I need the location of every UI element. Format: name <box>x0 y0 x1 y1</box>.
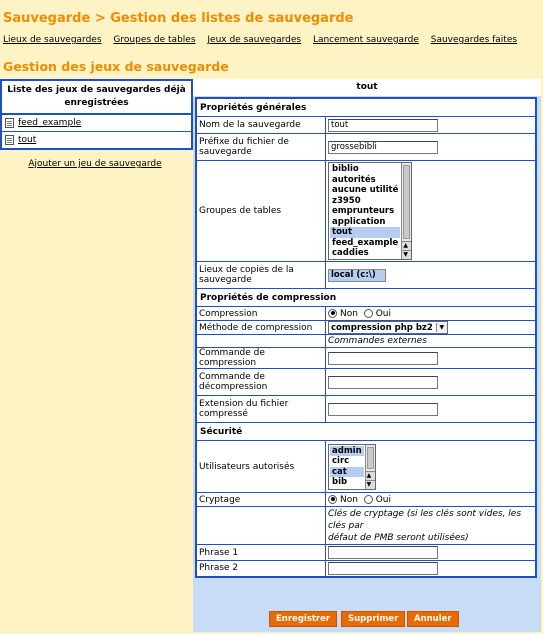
table-groups-listbox[interactable]: biblio autorités aucune utilité z3950 emprun… <box>328 162 413 260</box>
page-title: Sauvegarde > Gestion des listes de sauve… <box>3 11 354 26</box>
table-group-option[interactable]: aucune utilité <box>330 185 400 196</box>
chevron-down-icon: ▼ <box>435 323 447 332</box>
scroll-down-icon[interactable] <box>402 250 412 259</box>
crypt-yes-label: Oui <box>375 494 391 505</box>
crypt-note: Clés de cryptage (si les clés sont vides… <box>328 508 522 531</box>
saved-set-item[interactable]: feed_example <box>2 115 191 132</box>
phrase1-label: Phrase 1 <box>195 544 326 561</box>
method-label: Méthode de compression <box>195 320 326 335</box>
groups-label: Groupes de tables <box>195 160 326 262</box>
saved-set-link[interactable]: tout <box>18 132 36 148</box>
scroll-thumb[interactable] <box>403 165 411 239</box>
users-options: admin circ cat bib <box>329 445 365 489</box>
phrase1-input[interactable] <box>328 546 438 559</box>
crypt-label: Cryptage <box>195 492 326 507</box>
compression-method-select[interactable]: compression php bz2 ▼ <box>328 321 448 334</box>
nav-jeux-de-sauvegardes[interactable]: Jeux de sauvegardes <box>207 35 301 45</box>
general-section-heading: Propriétés générales <box>195 97 537 117</box>
extension-label: Extension du fichier compressé <box>195 395 326 423</box>
document-icon <box>5 118 14 128</box>
table-group-option[interactable]: feed_example <box>330 238 400 249</box>
users-scrollbar[interactable] <box>364 444 375 489</box>
user-option[interactable]: admin <box>330 445 364 456</box>
copies-label: Lieux de copies de la sauvegarde <box>195 261 326 289</box>
compression-no-radio[interactable] <box>328 308 337 318</box>
extension-input[interactable] <box>328 402 438 416</box>
table-group-option[interactable]: application <box>330 217 400 228</box>
user-option[interactable]: bib <box>330 477 364 488</box>
set-edit-panel: tout Propriétés générales Nom de la sauv… <box>193 79 541 632</box>
scroll-thumb[interactable] <box>366 446 374 469</box>
delete-button[interactable]: Supprimer <box>341 611 406 627</box>
nav-lancement-sauvegarde[interactable]: Lancement sauvegarde <box>313 35 419 45</box>
compression-section-heading: Propriétés de compression <box>195 288 537 307</box>
name-input[interactable] <box>328 118 438 132</box>
document-icon <box>5 135 14 145</box>
crypt-no-label: Non <box>340 494 358 505</box>
users-listbox[interactable]: admin circ cat bib <box>328 443 376 490</box>
external-commands-label: Commandes externes <box>325 334 537 348</box>
crypt-yes-radio[interactable] <box>363 494 373 504</box>
compress-cmd-label: Commande de compression <box>195 347 326 369</box>
security-section-heading: Sécurité <box>195 422 537 441</box>
scroll-up-icon[interactable] <box>402 241 412 250</box>
nav-groupes-de-tables[interactable]: Groupes de tables <box>113 35 195 45</box>
saved-sets-panel: Liste des jeux de sauvegardes déjà enreg… <box>0 79 193 169</box>
decompress-cmd-label: Commande de décompression <box>195 368 326 396</box>
saved-sets-list: feed_example tout <box>0 113 193 150</box>
user-option[interactable]: cat <box>330 466 364 477</box>
phrase2-label: Phrase 2 <box>195 560 326 577</box>
table-group-option[interactable]: emprunteurs <box>330 206 400 217</box>
compression-yes-label: Oui <box>375 308 391 319</box>
set-edit-header: tout <box>193 79 541 96</box>
save-button[interactable]: Enregistrer <box>269 611 338 627</box>
prefix-input[interactable] <box>328 140 438 154</box>
nav-lieux-de-sauvegardes[interactable]: Lieux de sauvegardes <box>3 35 102 45</box>
compression-no-label: Non <box>340 308 358 319</box>
copies-listbox[interactable]: local (c:\) <box>328 268 386 282</box>
saved-set-item[interactable]: tout <box>2 132 191 148</box>
top-nav: Lieux de sauvegardes Groupes de tables J… <box>3 35 526 45</box>
decompress-cmd-input[interactable] <box>328 375 438 389</box>
users-label: Utilisateurs autorisés <box>195 440 326 493</box>
prefix-label: Préfixe du fichier de sauvegarde <box>195 133 326 161</box>
compress-cmd-input[interactable] <box>328 351 438 365</box>
table-group-option[interactable]: autorités <box>330 175 400 186</box>
crypt-no-radio[interactable] <box>328 494 337 504</box>
table-group-option[interactable]: z3950 <box>330 196 400 207</box>
phrase2-input[interactable] <box>328 561 438 575</box>
scroll-down-icon[interactable] <box>365 479 375 489</box>
compression-yes-radio[interactable] <box>363 308 373 318</box>
name-label: Nom de la sauvegarde <box>195 116 326 134</box>
table-group-option[interactable]: tout <box>330 227 401 238</box>
set-form: Propriétés générales Nom de la sauvegard… <box>195 97 537 578</box>
nav-sauvegardes-faites[interactable]: Sauvegardes faites <box>431 35 517 45</box>
table-groups-scrollbar[interactable] <box>401 163 412 259</box>
compression-method-value: compression php bz2 <box>331 322 433 333</box>
compression-label: Compression <box>195 306 326 321</box>
saved-set-link[interactable]: feed_example <box>18 115 81 131</box>
crypt-note-2: défaut de PMB seront utilisées) <box>328 532 469 543</box>
table-group-option[interactable]: biblio <box>330 164 400 175</box>
section-title: Gestion des jeux de sauvegarde <box>3 59 229 74</box>
user-option[interactable]: circ <box>330 456 364 467</box>
saved-sets-header: Liste des jeux de sauvegardes déjà enreg… <box>0 79 193 113</box>
cancel-button[interactable]: Annuler <box>407 611 459 627</box>
table-group-option[interactable]: caddies <box>330 248 400 259</box>
scroll-up-icon[interactable] <box>365 470 375 480</box>
add-set-link[interactable]: Ajouter un jeu de sauvegarde <box>0 159 190 169</box>
table-groups-options: biblio autorités aucune utilité z3950 emprun… <box>329 163 401 259</box>
